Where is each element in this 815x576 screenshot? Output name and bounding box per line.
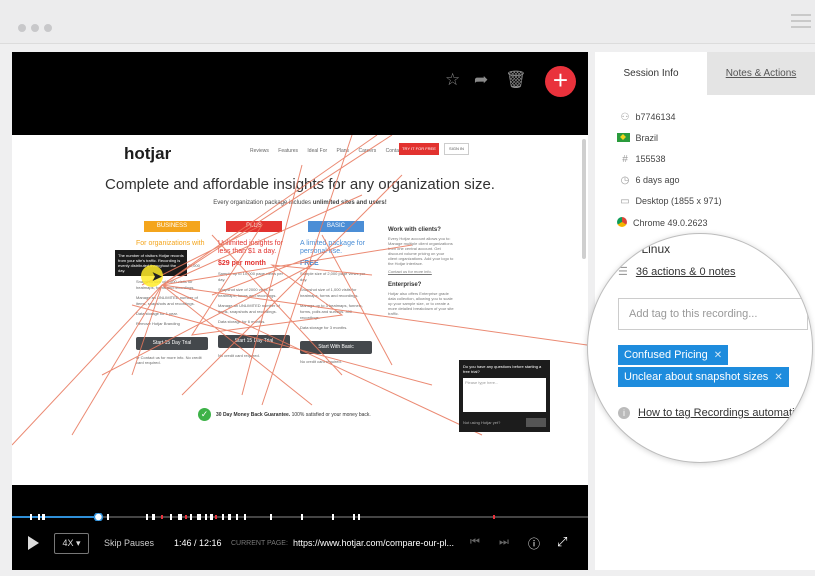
device: Desktop (1855 x 971) [635, 196, 722, 206]
timeline-progress [12, 516, 99, 518]
desktop-icon: ▭ [620, 196, 630, 207]
clock-icon: ◷ [620, 175, 630, 186]
time-row: ◷ 6 days ago [617, 175, 807, 189]
playback-timeline[interactable] [12, 513, 588, 521]
playback-time: 1:46 / 12:16 [174, 538, 222, 548]
current-page-label: CURRENT PAGE: [231, 540, 288, 547]
speed-selector[interactable]: 4X ▾ [54, 533, 89, 554]
recorded-website: hotjar Reviews Features Ideal For Plans … [12, 135, 588, 485]
list-icon: ☰ [618, 266, 628, 278]
time-ago: 6 days ago [635, 175, 680, 185]
prev-icon[interactable]: ⏮ [470, 536, 480, 549]
play-icon[interactable] [28, 536, 39, 550]
flag-icon [617, 133, 630, 142]
linux-icon: 🐧 [616, 240, 634, 256]
speed-value: 4X [62, 538, 74, 548]
check-icon: ✓ [198, 408, 211, 421]
zoom-lens: 🐧 Linux ☰ 36 actions & 0 notes Add tag to … [587, 233, 813, 463]
menu-icon[interactable] [791, 14, 811, 32]
current-page-url[interactable]: https://www.hotjar.com/compare-our-pl... [293, 538, 454, 548]
os-row: 🐧 Linux [616, 240, 670, 257]
actions-row: ☰ 36 actions & 0 notes [618, 265, 736, 278]
chat-input: Please type here... [463, 378, 546, 412]
player-controls: 4X ▾ Skip Pauses 1:46 / 12:16 CURRENT PA… [12, 524, 588, 564]
app-window: ☆ ➦ 🗑 + hotjar Reviews Features Ideal Fo… [0, 0, 815, 576]
window-dot-minimize[interactable] [31, 24, 39, 32]
session-number-row: # 155538 [617, 154, 807, 168]
session-number: 155538 [635, 154, 666, 164]
user-icon: ⚇ [620, 112, 630, 123]
user-row: ⚇ b7746134 [617, 112, 807, 126]
browser: Chrome 49.0.2623 [633, 218, 708, 228]
actions-link[interactable]: 36 actions & 0 notes [636, 266, 736, 278]
next-icon[interactable]: ⏭ [499, 536, 509, 549]
cursor-icon: ➤ [151, 268, 163, 284]
website-chat-widget: Do you have any questions before startin… [459, 360, 550, 432]
chat-question: Do you have any questions before startin… [463, 364, 542, 374]
hash-icon: # [622, 154, 628, 165]
panel-tabs: Session Info Notes & Actions [595, 52, 815, 95]
title-bar [0, 0, 815, 44]
info-icon[interactable]: ⓘ [528, 535, 540, 552]
star-icon[interactable]: ☆ [445, 70, 460, 90]
info-icon: i [618, 407, 630, 419]
fullscreen-icon[interactable]: ⤢ [557, 534, 567, 550]
share-icon[interactable]: ➦ [474, 70, 488, 90]
timeline-handle[interactable] [93, 513, 104, 521]
chat-send [526, 418, 546, 427]
device-row: ▭ Desktop (1855 x 971) [617, 196, 807, 210]
window-dot-close[interactable] [18, 24, 26, 32]
close-icon[interactable]: ✕ [714, 350, 722, 361]
tag-label: Confused Pricing [624, 349, 708, 361]
tab-session-info[interactable]: Session Info [595, 52, 707, 95]
tag-chip[interactable]: Confused Pricing ✕ [618, 345, 729, 365]
recording-player: ☆ ➦ 🗑 + hotjar Reviews Features Ideal Fo… [12, 52, 588, 570]
tag-input[interactable]: Add tag to this recording... [618, 298, 808, 330]
guarantee-rest: 100% satisfied or your money back. [290, 412, 371, 418]
os: Linux [641, 242, 671, 256]
chat-note: Not using Hotjar yet? [463, 420, 501, 425]
country: Brazil [635, 133, 659, 143]
tag-label: Unclear about snapshot sizes [624, 371, 769, 383]
close-icon[interactable]: ✕ [774, 372, 782, 383]
plus-icon[interactable]: + [545, 66, 576, 97]
trash-icon[interactable]: 🗑 [505, 70, 527, 90]
user-id: b7746134 [635, 112, 676, 122]
guarantee-text: 30 Day Money Back Guarantee. 100% satisf… [216, 412, 371, 418]
tag-chip[interactable]: Unclear about snapshot sizes ✕ [618, 367, 789, 387]
help-link[interactable]: How to tag Recordings automatic [638, 407, 800, 419]
country-row: Brazil [617, 133, 807, 147]
skip-pauses-toggle[interactable]: Skip Pauses [104, 538, 154, 548]
tab-notes-actions[interactable]: Notes & Actions [707, 52, 815, 95]
chrome-icon [617, 217, 627, 227]
guarantee-bold: 30 Day Money Back Guarantee. [216, 412, 291, 418]
window-dot-maximize[interactable] [44, 24, 52, 32]
browser-row: Chrome 49.0.2623 [617, 217, 807, 231]
help-row: i How to tag Recordings automatic [618, 407, 800, 419]
mouse-trail-overlay [12, 135, 588, 446]
